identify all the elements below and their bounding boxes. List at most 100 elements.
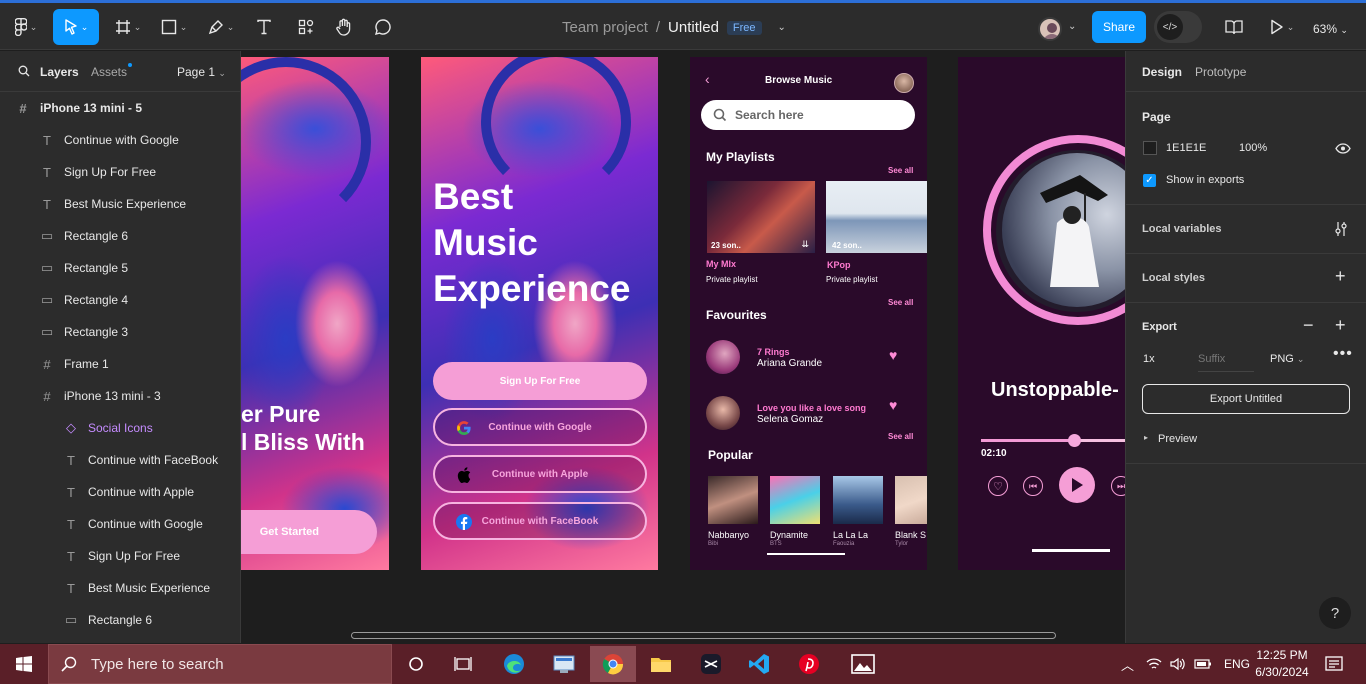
add-export-icon[interactable]: + [1335, 315, 1346, 336]
heart-icon[interactable]: ♥ [889, 397, 897, 413]
see-all-popular-link[interactable]: See all [888, 432, 913, 441]
taskbar-search[interactable]: Type here to search [48, 644, 392, 684]
project-name[interactable]: Team project [562, 19, 648, 36]
chevron-down-icon[interactable]: ⌄ [1068, 21, 1076, 32]
layer-row[interactable]: # iPhone 13 mini - 5 [0, 92, 240, 124]
chrome-icon[interactable] [590, 646, 636, 682]
zoom-level[interactable]: 63% ⌄ [1313, 22, 1348, 36]
continue-google-button[interactable]: Continue with Google [433, 408, 647, 446]
playlist-cover-kpop[interactable]: 42 son.. [826, 181, 927, 253]
library-button[interactable] [1222, 9, 1246, 45]
text-tool-button[interactable] [253, 9, 275, 45]
photos-icon[interactable] [845, 648, 881, 680]
search-input[interactable]: Search here [701, 100, 915, 130]
frame-iphone-welcome[interactable]: er Pure l Bliss With Get Started [241, 57, 389, 570]
popular-cover[interactable] [708, 476, 758, 524]
battery-icon[interactable] [1194, 658, 1212, 670]
show-in-exports-checkbox[interactable]: ✓ [1143, 174, 1156, 187]
previous-icon[interactable]: ⏮ [1023, 476, 1043, 496]
layer-row[interactable]: ▭ Rectangle 6 [0, 604, 240, 636]
see-all-playlists-link[interactable]: See all [888, 166, 913, 175]
shape-tool-button[interactable]: ⌄ [156, 9, 192, 45]
file-explorer-icon[interactable] [643, 648, 679, 680]
play-button[interactable] [1059, 467, 1095, 503]
vscode-icon[interactable] [741, 648, 777, 680]
layer-row[interactable]: # iPhone 13 mini - 3 [0, 380, 240, 412]
export-button[interactable]: Export Untitled [1142, 384, 1350, 414]
variables-settings-icon[interactable] [1334, 221, 1348, 237]
cortana-icon[interactable] [398, 648, 434, 680]
tab-prototype[interactable]: Prototype [1195, 65, 1246, 79]
add-style-icon[interactable]: + [1335, 266, 1346, 287]
tab-assets[interactable]: Assets [91, 65, 127, 79]
frame-music-player[interactable]: Unstoppable- 02:10 ♡ ⏮ ⏭ [958, 57, 1125, 570]
layer-row[interactable]: T Continue with Google [0, 508, 240, 540]
continue-apple-button[interactable]: Continue with Apple [433, 455, 647, 493]
layer-row[interactable]: T Continue with Google [0, 124, 240, 156]
page-color-value[interactable]: 1E1E1E [1166, 142, 1206, 154]
next-icon[interactable]: ⏭ [1111, 476, 1125, 496]
eye-icon[interactable] [1335, 143, 1351, 154]
file-name[interactable]: Untitled [668, 19, 719, 36]
control-panel-icon[interactable] [546, 648, 582, 680]
heart-icon[interactable]: ♥ [889, 347, 897, 363]
layer-row[interactable]: T Continue with FaceBook [0, 444, 240, 476]
layer-row[interactable]: T Continue with Apple [0, 476, 240, 508]
layer-row[interactable]: ◇ Social Icons [0, 412, 240, 444]
profile-avatar[interactable] [894, 73, 914, 93]
more-options-icon[interactable]: ••• [1333, 345, 1353, 363]
task-view-icon[interactable] [445, 648, 481, 680]
continue-facebook-button[interactable]: Continue with FaceBook [433, 502, 647, 540]
share-button[interactable]: Share [1092, 11, 1146, 43]
page-selector[interactable]: Page 1 ⌄ [177, 65, 226, 79]
page-color-swatch[interactable] [1143, 141, 1157, 155]
tab-layers[interactable]: Layers [40, 65, 79, 79]
layer-row[interactable]: # Frame 1 [0, 348, 240, 380]
layer-row[interactable]: T Best Music Experience [0, 188, 240, 220]
preview-toggle[interactable]: Preview [1158, 433, 1197, 445]
search-icon[interactable] [18, 65, 30, 77]
capcut-icon[interactable] [693, 648, 729, 680]
frame-tool-button[interactable]: ⌄ [110, 9, 146, 45]
resources-button[interactable] [295, 9, 317, 45]
sign-up-button[interactable]: Sign Up For Free [433, 362, 647, 400]
language-indicator[interactable]: ENG [1224, 657, 1250, 671]
layer-row[interactable]: ▭ Rectangle 3 [0, 316, 240, 348]
windows-start-icon[interactable] [6, 648, 42, 680]
dev-mode-toggle[interactable]: </> [1154, 11, 1202, 43]
pen-tool-button[interactable]: ⌄ [203, 9, 239, 45]
layer-row[interactable]: ▭ Rectangle 6 [0, 220, 240, 252]
favorite-heart-icon[interactable]: ♡ [988, 476, 1008, 496]
layer-row[interactable]: T Sign Up For Free [0, 540, 240, 572]
volume-icon[interactable] [1170, 657, 1186, 671]
see-all-favourites-link[interactable]: See all [888, 298, 913, 307]
help-button[interactable]: ? [1319, 597, 1351, 629]
get-started-button[interactable]: Get Started [241, 510, 377, 554]
export-format-select[interactable]: PNG ⌄ [1270, 353, 1304, 365]
frame-browse-music[interactable]: ‹ Browse Music Search here My Playlists … [690, 57, 927, 570]
layer-row[interactable]: ▭ Rectangle 4 [0, 284, 240, 316]
progress-track[interactable] [981, 439, 1125, 442]
frame-iphone-signup[interactable]: Best Music Experience Sign Up For Free C… [421, 57, 658, 570]
chevron-up-icon[interactable]: ︿ [1121, 655, 1134, 674]
present-button[interactable]: ⌄ [1264, 9, 1300, 45]
export-scale[interactable]: 1x [1143, 353, 1155, 365]
layer-row[interactable]: ▭ Rectangle 5 [0, 252, 240, 284]
pinterest-icon[interactable] [791, 648, 827, 680]
edge-icon[interactable] [496, 648, 532, 680]
back-arrow-icon[interactable]: ‹ [705, 71, 710, 87]
chevron-down-icon[interactable]: ⌄ [778, 22, 786, 33]
wifi-icon[interactable] [1146, 657, 1162, 671]
remove-export-icon[interactable]: − [1303, 315, 1314, 336]
playlist-cover-mymix[interactable]: 23 son.. ⇊ [707, 181, 815, 253]
page-opacity-value[interactable]: 100% [1239, 142, 1267, 154]
tab-design[interactable]: Design [1142, 65, 1182, 79]
canvas-horizontal-scrollbar[interactable] [351, 632, 1056, 639]
user-avatar[interactable] [1038, 17, 1062, 41]
main-menu-button[interactable]: ⌄ [8, 9, 44, 45]
canvas[interactable]: er Pure l Bliss With Get Started Best Mu… [241, 51, 1125, 643]
export-suffix-input[interactable]: Suffix [1198, 353, 1254, 372]
popular-cover[interactable] [833, 476, 883, 524]
hand-tool-button[interactable] [333, 9, 355, 45]
notifications-icon[interactable] [1316, 648, 1352, 680]
